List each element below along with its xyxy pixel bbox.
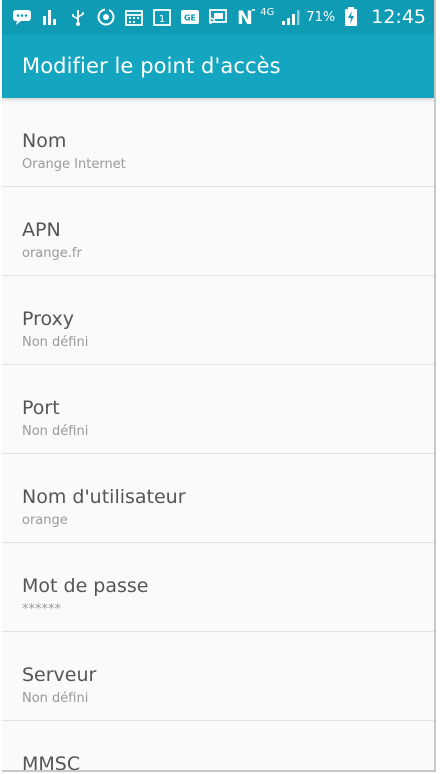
setting-label: Nom d'utilisateur [22, 486, 186, 508]
setting-value: Non défini [22, 691, 89, 706]
setting-item-mmsc[interactable]: MMSC [2, 721, 434, 770]
setting-item-password[interactable]: Mot de passe ****** [2, 543, 434, 632]
network-type-label: 4G [260, 6, 275, 18]
n-icon: N [236, 7, 256, 27]
battery-percent: 71% [306, 9, 336, 25]
setting-label: APN [22, 219, 61, 241]
setting-item-apn[interactable]: APN orange.fr [2, 187, 434, 276]
setting-value: orange.fr [22, 246, 82, 261]
clock-time: 12:45 [371, 6, 426, 28]
calendar-icon [124, 7, 144, 27]
setting-label: Serveur [22, 664, 97, 686]
cast-icon [208, 7, 228, 27]
notification-icons: 1 GE N [12, 7, 260, 27]
signal-icon [280, 7, 300, 27]
usb-icon [68, 7, 88, 27]
setting-value: Orange Internet [22, 157, 126, 172]
setting-item-username[interactable]: Nom d'utilisateur orange [2, 454, 434, 543]
setting-label: Port [22, 397, 60, 419]
setting-label: Proxy [22, 308, 75, 330]
calendar-day-icon: 1 [152, 7, 172, 27]
chat-icon [12, 7, 32, 27]
ge-icon: GE [180, 7, 200, 27]
status-bar: 1 GE N 4G 71% 12:45 [2, 0, 434, 34]
setting-item-name[interactable]: Nom Orange Internet [2, 98, 434, 187]
apn-settings-list: Nom Orange Internet APN orange.fr Proxy … [2, 98, 434, 770]
setting-label: MMSC [22, 753, 81, 772]
setting-value: Non défini [22, 335, 89, 350]
setting-item-proxy[interactable]: Proxy Non défini [2, 276, 434, 365]
status-indicators: 4G 71% 12:45 [260, 6, 426, 28]
setting-label: Mot de passe [22, 575, 149, 597]
svg-text:N: N [237, 7, 253, 27]
app-bar: Modifier le point d'accès [2, 34, 434, 98]
setting-item-server[interactable]: Serveur Non défini [2, 632, 434, 721]
sync-icon [96, 7, 116, 27]
setting-value: ****** [22, 602, 61, 617]
bars-chart-icon [40, 7, 60, 27]
battery-charging-icon [341, 7, 361, 27]
setting-item-port[interactable]: Port Non défini [2, 365, 434, 454]
device-screen: 1 GE N 4G 71% 12:45 Modifier le point d'… [2, 0, 436, 772]
setting-value: orange [22, 513, 68, 528]
setting-label: Nom [22, 130, 67, 152]
setting-value: Non défini [22, 424, 89, 439]
page-title: Modifier le point d'accès [22, 54, 281, 78]
svg-text:1: 1 [159, 14, 165, 25]
svg-text:GE: GE [184, 14, 196, 23]
